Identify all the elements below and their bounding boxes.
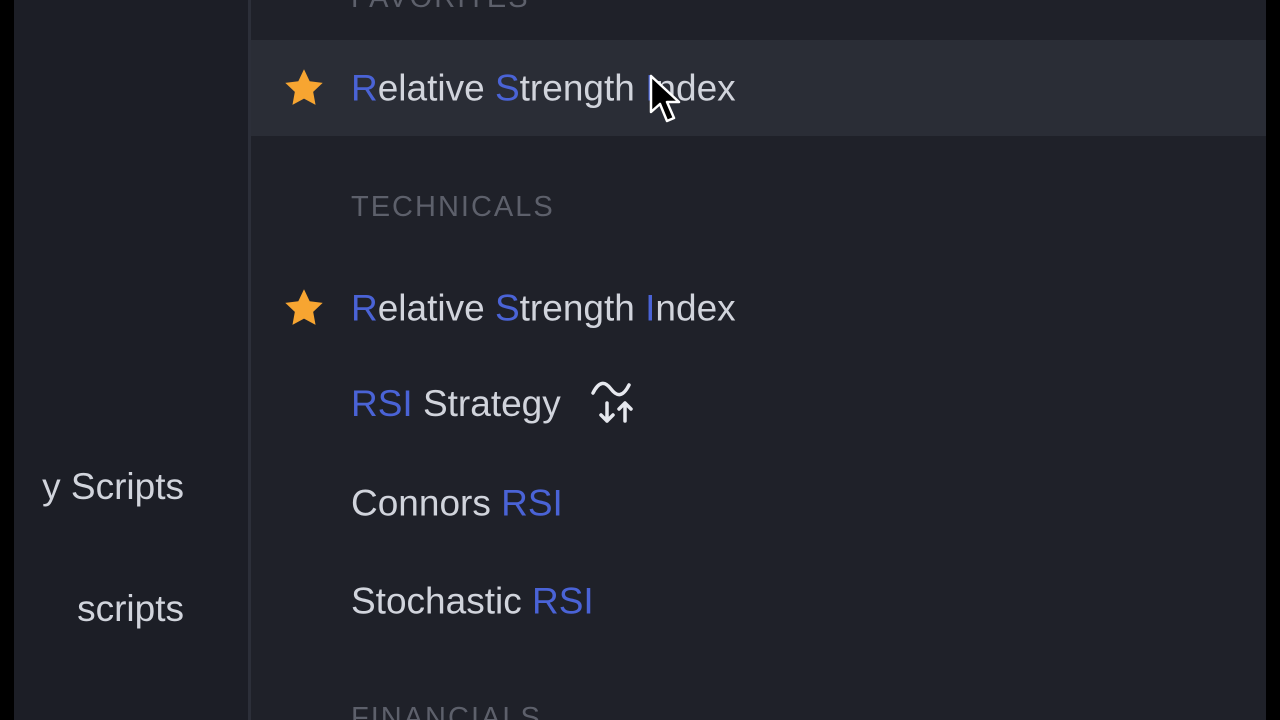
label-text: elative <box>377 287 495 329</box>
left-frame <box>0 0 14 720</box>
match-highlight: RSI <box>531 580 594 622</box>
list-item-favorite-rsi[interactable]: Relative Strength Index <box>251 40 1266 136</box>
label-text: trength <box>519 67 646 109</box>
match-highlight: RSI <box>501 482 563 524</box>
label-text: ndex <box>655 287 736 329</box>
item-label: Stochastic RSI <box>351 583 594 620</box>
list-item-connors-rsi[interactable]: Connors RSI <box>251 455 1266 551</box>
strategy-icon <box>591 381 633 423</box>
label-text: elative <box>377 67 495 109</box>
item-label: Relative Strength Index <box>351 290 736 327</box>
match-highlight: I <box>645 287 656 329</box>
item-label: Connors RSI <box>351 485 563 522</box>
sidebar-item-scripts[interactable]: scripts <box>77 590 184 627</box>
section-heading-technicals: TECHNICALS <box>351 191 555 223</box>
search-results-list: FAVORITES Relative Strength Index TECHNI… <box>251 0 1266 720</box>
star-icon[interactable] <box>281 66 327 110</box>
label-text: Connors <box>351 482 502 524</box>
label-text: Strategy <box>412 382 561 424</box>
section-heading-financials: FINANCIALS <box>351 702 542 720</box>
item-label: RSI Strategy <box>351 381 641 429</box>
match-highlight: S <box>494 67 520 109</box>
star-icon[interactable] <box>281 286 327 330</box>
match-highlight: R <box>351 287 378 329</box>
list-item-rsi[interactable]: Relative Strength Index <box>251 260 1266 356</box>
sidebar: y Scripts scripts <box>14 0 248 720</box>
right-frame <box>1266 0 1280 720</box>
list-item-rsi-strategy[interactable]: RSI Strategy <box>251 358 1266 454</box>
sidebar-item-my-scripts[interactable]: y Scripts <box>42 468 184 505</box>
match-highlight: R <box>351 67 378 109</box>
match-highlight: S <box>494 287 520 329</box>
section-heading-favorites: FAVORITES <box>351 0 530 13</box>
label-text: Stochastic <box>351 580 532 622</box>
list-item-stochastic-rsi[interactable]: Stochastic RSI <box>251 553 1266 649</box>
mouse-cursor-icon <box>649 74 681 123</box>
label-text: trength <box>519 287 646 329</box>
match-highlight: RSI <box>351 382 413 424</box>
